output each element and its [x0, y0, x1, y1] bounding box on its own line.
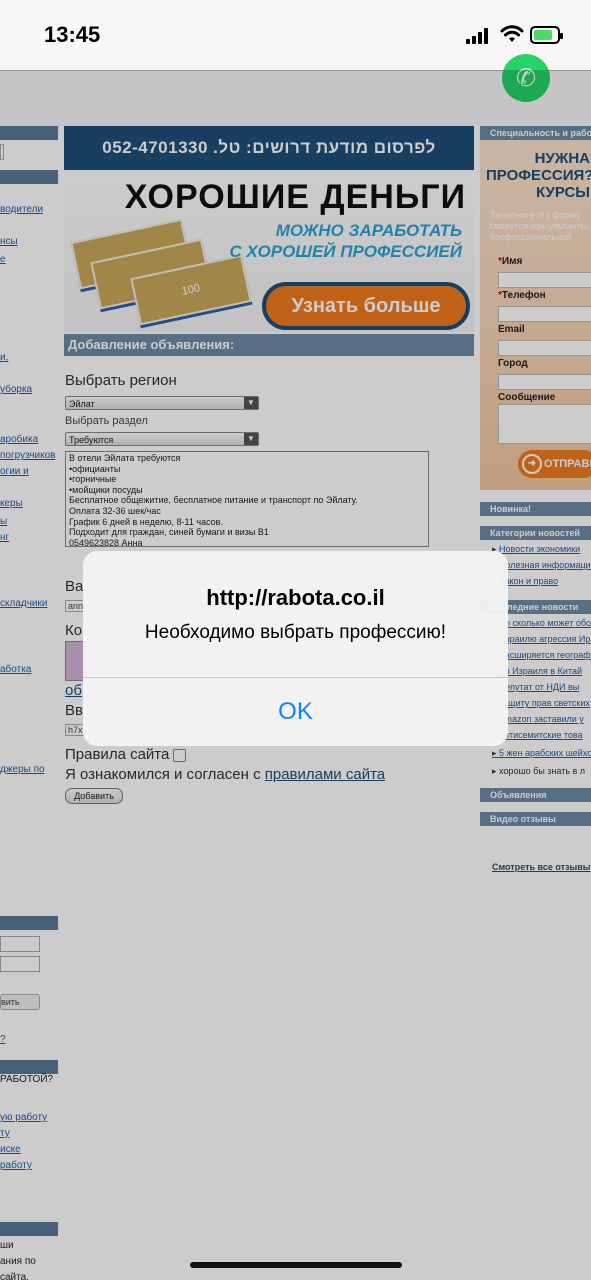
ok-button[interactable]: OK: [83, 678, 508, 746]
cellular-signal-icon: [466, 28, 492, 44]
home-indicator[interactable]: [190, 1262, 402, 1268]
wifi-icon: [500, 25, 524, 42]
alert-dialog: http://rabota.co.il Необходимо выбрать п…: [83, 551, 508, 746]
alert-message: Необходимо выбрать профессию!: [144, 622, 447, 643]
alert-title: http://rabota.co.il: [206, 585, 385, 610]
status-bar: 13:45: [0, 0, 591, 70]
battery-charging-icon: [530, 26, 563, 44]
clock: 13:45: [44, 22, 101, 47]
